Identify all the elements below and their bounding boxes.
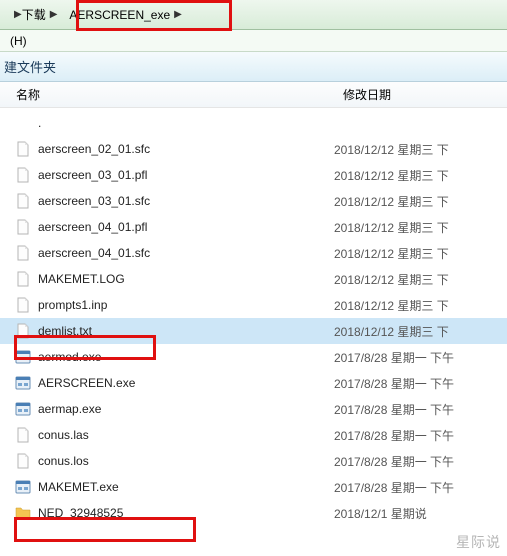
- file-date: 2018/12/12 星期三 下: [334, 219, 449, 236]
- menu-help[interactable]: (H): [4, 32, 33, 50]
- file-name: conus.las: [38, 428, 334, 442]
- file-name: prompts1.inp: [38, 298, 334, 312]
- file-row[interactable]: prompts1.inp2018/12/12 星期三 下: [0, 292, 507, 318]
- chevron-right-icon: ▶: [14, 9, 22, 20]
- file-name: aermod.exe: [38, 350, 334, 364]
- exe-icon: [14, 478, 32, 496]
- exe-icon: [14, 400, 32, 418]
- file-name: aerscreen_03_01.sfc: [38, 194, 334, 208]
- breadcrumb-item-aerscreen[interactable]: AERSCREEN_exe ▶: [63, 3, 187, 27]
- file-icon: [14, 452, 32, 470]
- file-icon: [14, 244, 32, 262]
- file-date: 2017/8/28 星期一 下午: [334, 401, 454, 418]
- file-date: 2017/8/28 星期一 下午: [334, 427, 454, 444]
- column-headers: 名称 修改日期: [0, 82, 507, 108]
- column-header-date[interactable]: 修改日期: [335, 86, 507, 103]
- file-date: 2018/12/12 星期三 下: [334, 141, 449, 158]
- file-name: conus.los: [38, 454, 334, 468]
- file-icon: [14, 218, 32, 236]
- breadcrumb-label: 下载: [22, 6, 46, 23]
- file-icon: [14, 426, 32, 444]
- file-date: 2018/12/12 星期三 下: [334, 323, 449, 340]
- file-name: .: [38, 116, 334, 130]
- file-date: 2017/8/28 星期一 下午: [334, 479, 454, 496]
- file-date: 2018/12/1 星期说: [334, 505, 427, 522]
- breadcrumb-item-downloads[interactable]: ▶ 下载 ▶: [4, 3, 63, 27]
- file-name: NED_32948525: [38, 506, 334, 520]
- dot-icon: [14, 114, 32, 132]
- file-date: 2018/12/12 星期三 下: [334, 193, 449, 210]
- file-date: 2018/12/12 星期三 下: [334, 167, 449, 184]
- file-date: 2018/12/12 星期三 下: [334, 297, 449, 314]
- file-row[interactable]: aerscreen_04_01.pfl2018/12/12 星期三 下: [0, 214, 507, 240]
- file-row[interactable]: aerscreen_03_01.sfc2018/12/12 星期三 下: [0, 188, 507, 214]
- file-name: aerscreen_03_01.pfl: [38, 168, 334, 182]
- file-name: aerscreen_04_01.sfc: [38, 246, 334, 260]
- file-row[interactable]: .: [0, 110, 507, 136]
- file-row[interactable]: conus.las2017/8/28 星期一 下午: [0, 422, 507, 448]
- file-row[interactable]: demlist.txt2018/12/12 星期三 下: [0, 318, 507, 344]
- chevron-right-icon: ▶: [50, 9, 58, 20]
- file-icon: [14, 270, 32, 288]
- menu-help-label: (H): [10, 34, 27, 48]
- file-row[interactable]: AERSCREEN.exe2017/8/28 星期一 下午: [0, 370, 507, 396]
- toolbar: 建文件夹: [0, 52, 507, 82]
- file-icon: [14, 296, 32, 314]
- column-header-name[interactable]: 名称: [0, 86, 335, 103]
- file-row[interactable]: aerscreen_03_01.pfl2018/12/12 星期三 下: [0, 162, 507, 188]
- file-icon: [14, 140, 32, 158]
- exe-icon: [14, 348, 32, 366]
- file-icon: [14, 166, 32, 184]
- file-name: demlist.txt: [38, 324, 334, 338]
- file-date: 2017/8/28 星期一 下午: [334, 349, 454, 366]
- file-row[interactable]: aerscreen_02_01.sfc2018/12/12 星期三 下: [0, 136, 507, 162]
- file-date: 2018/12/12 星期三 下: [334, 271, 449, 288]
- file-list: .aerscreen_02_01.sfc2018/12/12 星期三 下aers…: [0, 108, 507, 526]
- file-name: aermap.exe: [38, 402, 334, 416]
- exe-icon: [14, 374, 32, 392]
- file-name: MAKEMET.LOG: [38, 272, 334, 286]
- file-icon: [14, 322, 32, 340]
- file-date: 2018/12/12 星期三 下: [334, 245, 449, 262]
- file-row[interactable]: aermap.exe2017/8/28 星期一 下午: [0, 396, 507, 422]
- file-date: 2017/8/28 星期一 下午: [334, 453, 454, 470]
- file-name: AERSCREEN.exe: [38, 376, 334, 390]
- file-name: aerscreen_02_01.sfc: [38, 142, 334, 156]
- address-bar: ▶ 下载 ▶ AERSCREEN_exe ▶: [0, 0, 507, 30]
- watermark: 星际说: [456, 532, 501, 552]
- file-icon: [14, 192, 32, 210]
- file-name: MAKEMET.exe: [38, 480, 334, 494]
- file-name: aerscreen_04_01.pfl: [38, 220, 334, 234]
- file-row[interactable]: aermod.exe2017/8/28 星期一 下午: [0, 344, 507, 370]
- file-date: 2017/8/28 星期一 下午: [334, 375, 454, 392]
- chevron-right-icon: ▶: [174, 9, 182, 20]
- new-folder-button[interactable]: 建文件夹: [4, 57, 56, 76]
- file-row[interactable]: conus.los2017/8/28 星期一 下午: [0, 448, 507, 474]
- file-row[interactable]: MAKEMET.LOG2018/12/12 星期三 下: [0, 266, 507, 292]
- file-row[interactable]: MAKEMET.exe2017/8/28 星期一 下午: [0, 474, 507, 500]
- breadcrumb-label: AERSCREEN_exe: [69, 8, 170, 22]
- file-row[interactable]: aerscreen_04_01.sfc2018/12/12 星期三 下: [0, 240, 507, 266]
- new-folder-label: 建文件夹: [4, 60, 56, 75]
- folder-icon: [14, 504, 32, 522]
- menu-bar: (H): [0, 30, 507, 52]
- file-row[interactable]: NED_329485252018/12/1 星期说: [0, 500, 507, 526]
